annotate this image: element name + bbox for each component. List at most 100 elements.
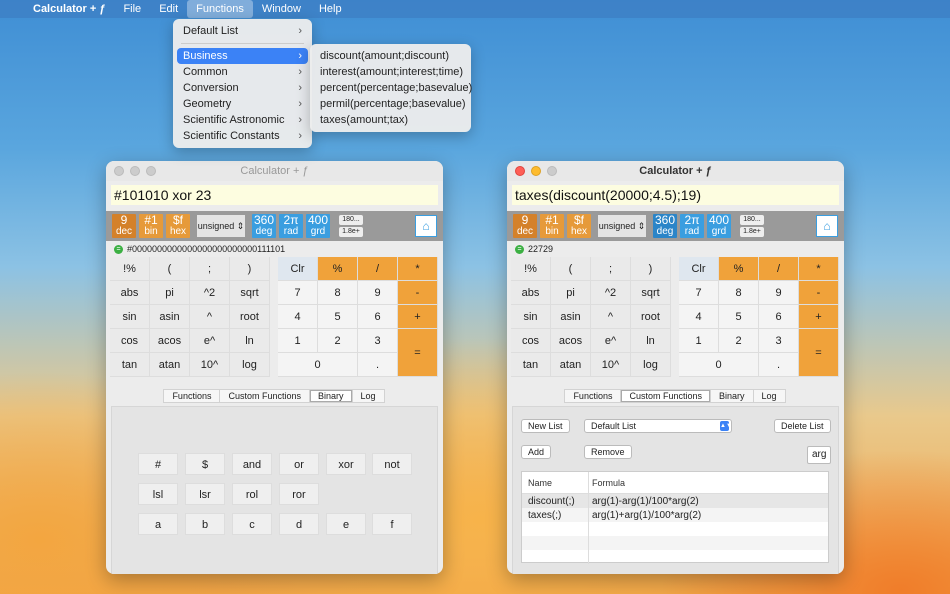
digit-key[interactable]: 5 xyxy=(719,305,759,329)
tab-binary[interactable]: Binary xyxy=(309,389,353,403)
binary-key[interactable]: rol xyxy=(232,483,272,505)
binary-key[interactable]: a xyxy=(138,513,178,535)
precision-sci-button[interactable]: 1.8e+ xyxy=(740,227,764,237)
digit-key[interactable]: 9 xyxy=(358,281,398,305)
digit-key[interactable]: 6 xyxy=(759,305,799,329)
column-header-formula[interactable]: Formula xyxy=(589,478,625,488)
menu-window[interactable]: Window xyxy=(253,0,310,18)
key[interactable]: sin xyxy=(110,305,150,329)
table-row[interactable]: discount(;) arg(1)-arg(1)/100*arg(2) xyxy=(522,494,828,508)
digit-key[interactable]: 1 xyxy=(679,329,719,353)
minimize-button[interactable] xyxy=(531,166,541,176)
binary-key[interactable]: c xyxy=(232,513,272,535)
digit-key[interactable]: 7 xyxy=(679,281,719,305)
menu-item-conversion[interactable]: Conversion › xyxy=(173,80,312,96)
bin-mode-button[interactable]: #1 bin xyxy=(540,214,564,238)
menu-item-percent[interactable]: percent(percentage;basevalue) xyxy=(310,80,472,96)
tab-custom-functions[interactable]: Custom Functions xyxy=(219,389,310,403)
binary-key[interactable]: $ xyxy=(185,453,225,475)
tab-functions[interactable]: Functions xyxy=(564,389,622,403)
delete-list-button[interactable]: Delete List xyxy=(774,419,831,433)
tab-log[interactable]: Log xyxy=(351,389,385,403)
key[interactable]: ( xyxy=(150,257,190,281)
key[interactable]: !% xyxy=(110,257,150,281)
menu-item-scientific-astronomic[interactable]: Scientific Astronomic › xyxy=(173,112,312,128)
digit-key[interactable]: 7 xyxy=(278,281,318,305)
key[interactable]: ; xyxy=(591,257,631,281)
digit-key[interactable]: 3 xyxy=(759,329,799,353)
expression-field[interactable]: #101010 xor 23 xyxy=(111,185,438,205)
digit-key[interactable]: 2 xyxy=(719,329,759,353)
binary-key[interactable]: # xyxy=(138,453,178,475)
key[interactable]: ) xyxy=(230,257,270,281)
key[interactable]: asin xyxy=(551,305,591,329)
plus-key[interactable]: + xyxy=(799,305,839,329)
minimize-button[interactable] xyxy=(130,166,140,176)
remove-button[interactable]: Remove xyxy=(584,445,632,459)
plus-key[interactable]: + xyxy=(398,305,438,329)
key[interactable]: log xyxy=(631,353,671,377)
key[interactable]: ln xyxy=(230,329,270,353)
binary-key[interactable]: ror xyxy=(279,483,319,505)
digit-key[interactable]: 8 xyxy=(318,281,358,305)
key[interactable]: ^ xyxy=(190,305,230,329)
binary-key[interactable]: d xyxy=(279,513,319,535)
key[interactable]: 10^ xyxy=(190,353,230,377)
key[interactable]: ^2 xyxy=(190,281,230,305)
equals-key[interactable]: = xyxy=(398,329,438,377)
digit-key[interactable]: 3 xyxy=(358,329,398,353)
deg-mode-button[interactable]: 360 deg xyxy=(653,214,677,238)
decimal-key[interactable]: . xyxy=(759,353,799,377)
binary-key[interactable]: lsr xyxy=(185,483,225,505)
key[interactable]: atan xyxy=(551,353,591,377)
menu-item-scientific-constants[interactable]: Scientific Constants › xyxy=(173,128,312,144)
menu-app-name[interactable]: Calculator + ƒ xyxy=(24,0,114,18)
key[interactable]: sqrt xyxy=(230,281,270,305)
percent-key[interactable]: % xyxy=(719,257,759,281)
key[interactable]: sqrt xyxy=(631,281,671,305)
digit-key[interactable]: 4 xyxy=(278,305,318,329)
menu-help[interactable]: Help xyxy=(310,0,351,18)
bin-mode-button[interactable]: #1 bin xyxy=(139,214,163,238)
menu-item-default-list[interactable]: Default List › xyxy=(173,23,312,39)
precision-fixed-button[interactable]: 180... xyxy=(740,215,764,225)
expression-field[interactable]: taxes(discount(20000;4.5);19) xyxy=(512,185,839,205)
digit-key[interactable]: 8 xyxy=(719,281,759,305)
key[interactable]: ( xyxy=(551,257,591,281)
menu-item-interest[interactable]: interest(amount;interest;time) xyxy=(310,64,471,80)
binary-key[interactable]: e xyxy=(326,513,366,535)
digit-key[interactable]: 2 xyxy=(318,329,358,353)
tab-log[interactable]: Log xyxy=(752,389,786,403)
divide-key[interactable]: / xyxy=(759,257,799,281)
key[interactable]: root xyxy=(230,305,270,329)
unsigned-stepper[interactable]: unsigned ⇕ xyxy=(598,215,646,237)
grd-mode-button[interactable]: 400 grd xyxy=(306,214,330,238)
equals-key[interactable]: = xyxy=(799,329,839,377)
add-button[interactable]: Add xyxy=(521,445,552,459)
menu-item-business[interactable]: Business › xyxy=(177,48,308,64)
key[interactable]: e^ xyxy=(190,329,230,353)
key[interactable]: e^ xyxy=(591,329,631,353)
key[interactable]: atan xyxy=(150,353,190,377)
zero-key[interactable]: 0 xyxy=(278,353,358,377)
key[interactable]: !% xyxy=(511,257,551,281)
home-icon[interactable]: ⌂ xyxy=(816,215,838,237)
precision-fixed-button[interactable]: 180... xyxy=(339,215,363,225)
clear-key[interactable]: Clr xyxy=(679,257,719,281)
menu-item-geometry[interactable]: Geometry › xyxy=(173,96,312,112)
key[interactable]: abs xyxy=(511,281,551,305)
tab-functions[interactable]: Functions xyxy=(163,389,221,403)
menu-item-taxes[interactable]: taxes(amount;tax) xyxy=(310,112,471,128)
home-icon[interactable]: ⌂ xyxy=(415,215,437,237)
zoom-button[interactable] xyxy=(146,166,156,176)
key[interactable]: abs xyxy=(110,281,150,305)
clear-key[interactable]: Clr xyxy=(278,257,318,281)
key[interactable]: ln xyxy=(631,329,671,353)
divide-key[interactable]: / xyxy=(358,257,398,281)
arg-button[interactable]: arg xyxy=(807,446,832,464)
digit-key[interactable]: 9 xyxy=(759,281,799,305)
key[interactable]: ^2 xyxy=(591,281,631,305)
minus-key[interactable]: - xyxy=(799,281,839,305)
binary-key[interactable]: xor xyxy=(326,453,366,475)
key[interactable]: log xyxy=(230,353,270,377)
